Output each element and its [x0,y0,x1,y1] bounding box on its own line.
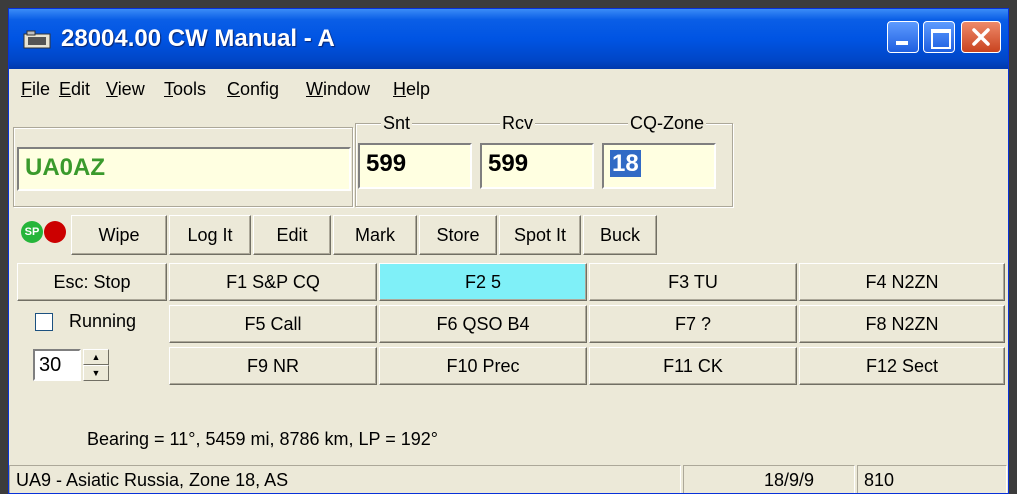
f1-button[interactable]: F1 S&P CQ [169,263,377,301]
menu-view[interactable]: View [106,79,145,100]
mark-button[interactable]: Mark [333,215,417,255]
rcv-input[interactable]: 599 [480,143,594,189]
status-date: 18/9/9 [683,465,855,493]
f11-button[interactable]: F11 CK [589,347,797,385]
running-checkbox[interactable] [35,313,53,331]
f4-button[interactable]: F4 N2ZN [799,263,1005,301]
spin-up-icon[interactable]: ▲ [83,349,109,365]
f7-button[interactable]: F7 ? [589,305,797,343]
wipe-button[interactable]: Wipe [71,215,167,255]
f6-button[interactable]: F6 QSO B4 [379,305,587,343]
buck-button[interactable]: Buck [583,215,657,255]
spin-down-icon[interactable]: ▼ [83,365,109,381]
app-icon [23,30,51,49]
snt-input[interactable]: 599 [358,143,472,189]
running-label: Running [69,311,137,331]
edit-button[interactable]: Edit [253,215,331,255]
menu-window[interactable]: Window [306,79,370,100]
menu-config[interactable]: Config [227,79,279,100]
f10-button[interactable]: F10 Prec [379,347,587,385]
speed-spinner: ▲ ▼ [83,349,109,381]
call-input[interactable]: UA0AZ [17,147,351,191]
cqzone-input[interactable]: 18 [602,143,716,189]
snt-label: Snt [381,113,413,134]
f9-button[interactable]: F9 NR [169,347,377,385]
f12-button[interactable]: F12 Sect [799,347,1005,385]
title-bar[interactable]: 28004.00 CW Manual - A [9,9,1008,69]
store-button[interactable]: Store [419,215,497,255]
esc-stop-button[interactable]: Esc: Stop [17,263,167,301]
f3-button[interactable]: F3 TU [589,263,797,301]
menu-tools[interactable]: Tools [164,79,206,100]
status-country: UA9 - Asiatic Russia, Zone 18, AS [9,465,681,493]
maximize-button[interactable] [923,21,955,53]
rcv-label: Rcv [500,113,535,134]
close-icon [972,28,990,46]
window-title: 28004.00 CW Manual - A [61,25,335,52]
menu-edit[interactable]: Edit [59,79,90,100]
spot-it-button[interactable]: Spot It [499,215,581,255]
menu-bar: File Edit View Tools Config Window Help [9,71,1008,107]
minimize-button[interactable] [887,21,919,53]
status-count: 810 [857,465,1007,493]
bearing-text: Bearing = 11°, 5459 mi, 8786 km, LP = 19… [87,429,438,449]
app-window: 28004.00 CW Manual - A File Edit View To… [8,8,1009,494]
sp-indicator-icon[interactable]: SP [21,221,43,243]
menu-file[interactable]: File [21,79,50,100]
cqzone-label: CQ-Zone [628,113,707,134]
close-button[interactable] [961,21,1001,53]
menu-help[interactable]: Help [393,79,430,100]
cqzone-value: 18 [610,150,641,177]
speed-input[interactable]: 30 [33,349,81,381]
f5-button[interactable]: F5 Call [169,305,377,343]
f8-button[interactable]: F8 N2ZN [799,305,1005,343]
f2-button[interactable]: F2 5 [379,263,587,301]
stop-indicator-icon[interactable] [44,221,66,243]
log-it-button[interactable]: Log It [169,215,251,255]
